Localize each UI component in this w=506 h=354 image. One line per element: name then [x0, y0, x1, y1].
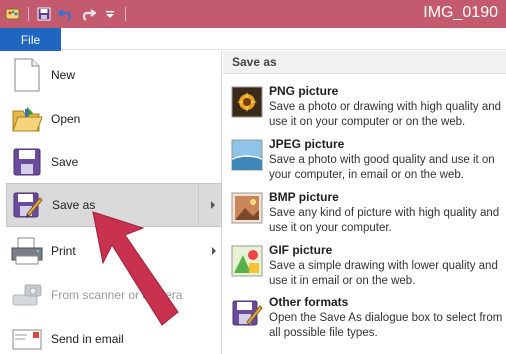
- option-bmp-picture[interactable]: BMP picture Save any kind of picture wit…: [231, 190, 503, 242]
- bmp-picture-icon: [231, 192, 263, 224]
- toolbar-separator: [28, 7, 29, 21]
- menu-item-open[interactable]: Open: [6, 97, 222, 141]
- option-description: Open the Save As dialogue box to select …: [269, 312, 503, 339]
- email-icon: [10, 322, 44, 354]
- png-picture-icon: [231, 86, 263, 118]
- quick-access-toolbar: [4, 4, 128, 24]
- menu-item-label: Print: [51, 244, 76, 258]
- open-folder-icon: [10, 102, 44, 136]
- option-title: GIF picture: [269, 243, 333, 257]
- menu-item-save[interactable]: Save: [6, 140, 222, 184]
- menu-item-label: Save as: [52, 198, 96, 212]
- menu-item-label: From scanner or camera: [51, 288, 183, 302]
- save-icon[interactable]: [35, 5, 53, 23]
- option-jpeg-picture[interactable]: JPEG picture Save a photo with good qual…: [231, 137, 503, 189]
- customize-toolbar-dropdown-icon[interactable]: [101, 5, 119, 23]
- menu-item-from-scanner-or-camera: From scanner or camera: [6, 273, 222, 317]
- file-menu: New Open Save Save as Print From scanner…: [0, 51, 222, 354]
- option-description: Save any kind of picture with high quali…: [269, 207, 500, 234]
- scanner-camera-icon: [10, 278, 44, 312]
- window-title: IMG_0190: [423, 4, 498, 21]
- option-title: JPEG picture: [269, 137, 345, 151]
- menu-item-label: New: [51, 68, 76, 82]
- redo-icon[interactable]: [79, 5, 97, 23]
- file-tab[interactable]: File: [0, 28, 61, 51]
- menu-item-label: Save: [51, 155, 79, 169]
- undo-icon[interactable]: [57, 5, 75, 23]
- option-gif-picture[interactable]: GIF picture Save a simple drawing with l…: [231, 243, 503, 295]
- save-as-panel: Save as PNG picture Save a photo or draw…: [223, 51, 506, 354]
- panel-header: Save as: [223, 51, 506, 74]
- option-title: BMP picture: [269, 190, 339, 204]
- option-png-picture[interactable]: PNG picture Save a photo or drawing with…: [231, 84, 503, 136]
- option-title: PNG picture: [269, 84, 339, 98]
- paint-app-icon[interactable]: [4, 5, 22, 23]
- toolbar-separator: [125, 7, 126, 21]
- menu-item-send-in-email[interactable]: Send in email: [6, 317, 222, 354]
- chevron-right-icon[interactable]: [212, 247, 216, 255]
- title-bar: IMG_0190: [0, 0, 506, 28]
- option-description: Save a simple drawing with lower quality…: [269, 260, 498, 287]
- menu-item-label: Send in email: [51, 332, 124, 346]
- ribbon-tab-strip: [0, 28, 506, 50]
- other-formats-icon: [232, 300, 263, 326]
- menu-item-print[interactable]: Print: [6, 229, 222, 273]
- submenu-divider: [198, 184, 199, 226]
- option-description: Save a photo with good quality and use i…: [269, 154, 495, 181]
- save-as-icon: [11, 188, 45, 222]
- save-floppy-icon: [10, 145, 44, 179]
- jpeg-picture-icon: [231, 139, 263, 171]
- option-other-formats[interactable]: Other formats Open the Save As dialogue …: [231, 295, 503, 347]
- menu-item-save-as[interactable]: Save as: [6, 183, 222, 227]
- menu-item-new[interactable]: New: [6, 53, 222, 97]
- chevron-right-icon[interactable]: [211, 201, 215, 209]
- new-document-icon: [10, 58, 44, 92]
- option-description: Save a photo or drawing with high qualit…: [269, 101, 502, 128]
- printer-icon: [10, 234, 44, 268]
- gif-picture-icon: [231, 245, 263, 277]
- menu-item-label: Open: [51, 112, 81, 126]
- option-title: Other formats: [269, 295, 349, 309]
